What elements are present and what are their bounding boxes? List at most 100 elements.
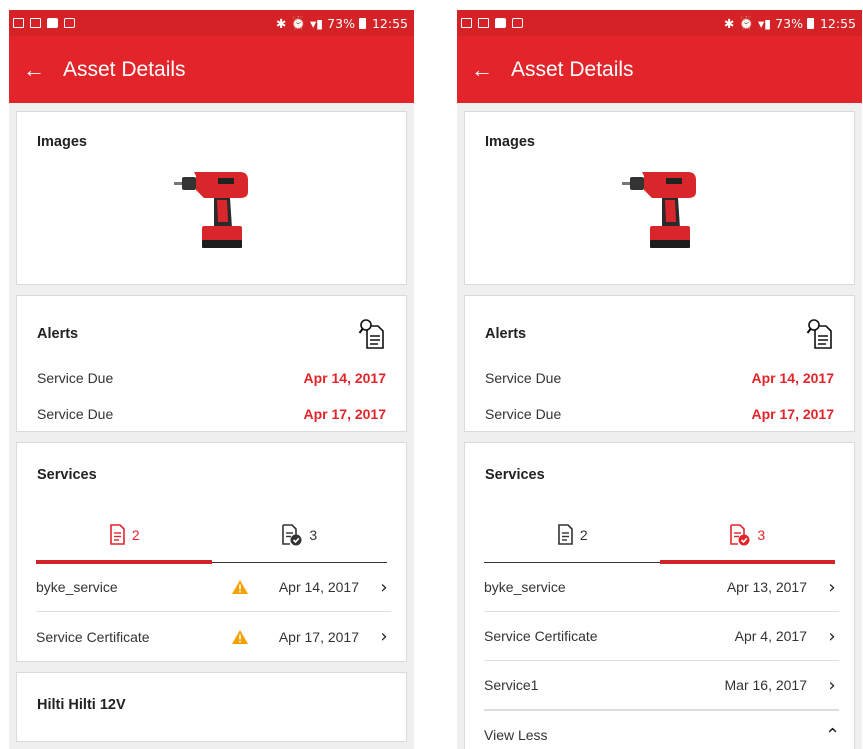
app-bar: ← Asset Details bbox=[457, 36, 862, 103]
alert-label: Service Due bbox=[37, 370, 114, 386]
alerts-card: Alerts Service Due Apr 14, 2017 Service … bbox=[16, 295, 407, 432]
tab-count: 3 bbox=[309, 526, 318, 543]
gallery-icon bbox=[478, 18, 489, 28]
bluetooth-icon: ✱ bbox=[723, 15, 735, 31]
alert-date: Apr 17, 2017 bbox=[303, 406, 387, 422]
power-drill-image[interactable] bbox=[622, 162, 702, 252]
message-icon bbox=[47, 18, 58, 28]
images-title: Images bbox=[485, 134, 535, 150]
battery-percent: 73% bbox=[327, 15, 355, 31]
services-tabs: 2 3 bbox=[484, 507, 836, 564]
message-icon bbox=[495, 18, 506, 28]
service-name: Service Certificate bbox=[484, 628, 598, 644]
asset-name-title: Hilti Hilti 12V bbox=[37, 697, 126, 713]
gallery-icon bbox=[30, 18, 41, 28]
view-less-button[interactable]: View Less ⌃ bbox=[484, 710, 841, 749]
images-title: Images bbox=[37, 134, 87, 150]
page-title: Asset Details bbox=[63, 57, 186, 81]
arrow-left-icon[interactable]: ← bbox=[471, 58, 493, 81]
chat-icon bbox=[64, 18, 75, 28]
alert-label: Service Due bbox=[485, 370, 562, 386]
bluetooth-icon: ✱ bbox=[275, 15, 287, 31]
phone-screen-left: ✱ ⏰ ▾▮ 73% 12:55 ← Asset Details Images … bbox=[9, 10, 414, 749]
alert-date: Apr 14, 2017 bbox=[303, 370, 387, 386]
service-row[interactable]: Service1 Mar 16, 2017 › bbox=[484, 661, 839, 710]
tab-count: 2 bbox=[131, 526, 140, 543]
service-name: byke_service bbox=[36, 579, 118, 595]
service-name: Service Certificate bbox=[36, 628, 150, 645]
warning-icon bbox=[231, 629, 249, 645]
service-date: Apr 17, 2017 bbox=[278, 628, 359, 645]
phone-screen-right: ✱ ⏰ ▾▮ 73% 12:55 ← Asset Details Images … bbox=[457, 10, 862, 749]
service-date: Apr 13, 2017 bbox=[726, 579, 807, 595]
service-date: Apr 4, 2017 bbox=[734, 628, 807, 644]
chat-icon bbox=[512, 18, 523, 28]
chevron-up-icon: ⌃ bbox=[825, 724, 841, 746]
service-row[interactable]: byke_service Apr 14, 2017 › bbox=[36, 563, 391, 612]
battery-icon bbox=[358, 17, 366, 29]
app-bar: ← Asset Details bbox=[9, 36, 414, 103]
tab-open-services[interactable]: 2 bbox=[484, 507, 660, 562]
services-title: Services bbox=[485, 467, 545, 483]
alarm-icon: ⏰ bbox=[290, 15, 307, 30]
tab-open-services[interactable]: 2 bbox=[36, 507, 212, 562]
chevron-right-icon[interactable]: › bbox=[377, 626, 391, 647]
battery-icon bbox=[806, 17, 814, 29]
services-card: Services 2 3 byke_service Apr 13, 2017 ›… bbox=[464, 442, 855, 749]
clock-time: 12:55 bbox=[819, 15, 856, 31]
warning-icon bbox=[231, 579, 249, 595]
power-drill-image[interactable] bbox=[174, 162, 254, 252]
chevron-right-icon[interactable]: › bbox=[825, 626, 839, 647]
arrow-left-icon[interactable]: ← bbox=[23, 58, 45, 81]
alerts-card: Alerts Service Due Apr 14, 2017 Service … bbox=[464, 295, 855, 432]
screen-cast-icon bbox=[461, 18, 472, 28]
active-tab-indicator bbox=[36, 560, 212, 564]
asset-info-card: Hilti Hilti 12V bbox=[16, 672, 407, 742]
images-card: Images bbox=[464, 111, 855, 285]
images-card: Images bbox=[16, 111, 407, 285]
alert-row: Service Due Apr 17, 2017 bbox=[485, 396, 834, 432]
service-row[interactable]: Service Certificate Apr 17, 2017 › bbox=[36, 612, 391, 661]
service-name: byke_service bbox=[484, 579, 566, 595]
view-less-label: View Less bbox=[484, 727, 548, 743]
alert-date: Apr 14, 2017 bbox=[751, 370, 835, 386]
status-bar: ✱ ⏰ ▾▮ 73% 12:55 bbox=[9, 10, 414, 36]
services-title: Services bbox=[37, 467, 97, 483]
status-bar: ✱ ⏰ ▾▮ 73% 12:55 bbox=[457, 10, 862, 36]
service-name: Service1 bbox=[484, 677, 539, 693]
page-title: Asset Details bbox=[511, 57, 634, 81]
active-tab-indicator bbox=[659, 560, 835, 564]
battery-percent: 73% bbox=[775, 15, 803, 31]
alert-row: Service Due Apr 17, 2017 bbox=[37, 396, 386, 432]
document-icon bbox=[108, 524, 126, 546]
service-row[interactable]: Service Certificate Apr 4, 2017 › bbox=[484, 612, 839, 661]
alert-label: Service Due bbox=[37, 406, 114, 422]
tab-completed-services[interactable]: 3 bbox=[660, 507, 836, 562]
screen-cast-icon bbox=[13, 18, 24, 28]
chevron-right-icon[interactable]: › bbox=[825, 675, 839, 696]
service-date: Mar 16, 2017 bbox=[724, 677, 808, 693]
clock-time: 12:55 bbox=[371, 15, 408, 31]
document-check-icon bbox=[729, 524, 751, 546]
alert-label: Service Due bbox=[485, 406, 562, 422]
alert-date: Apr 17, 2017 bbox=[751, 406, 835, 422]
tab-count: 2 bbox=[579, 526, 588, 543]
wifi-signal-icon: ▾▮ bbox=[758, 15, 772, 31]
alerts-title: Alerts bbox=[37, 326, 79, 342]
document-check-icon bbox=[281, 524, 303, 546]
alert-row: Service Due Apr 14, 2017 bbox=[485, 360, 834, 396]
services-card: Services 2 3 byke_service Apr 14, 2017 › bbox=[16, 442, 407, 662]
services-tabs: 2 3 bbox=[36, 507, 388, 564]
alert-row: Service Due Apr 14, 2017 bbox=[37, 360, 386, 396]
chevron-right-icon[interactable]: › bbox=[825, 577, 839, 598]
document-search-icon[interactable] bbox=[806, 318, 834, 350]
document-icon bbox=[556, 524, 574, 546]
service-row[interactable]: byke_service Apr 13, 2017 › bbox=[484, 563, 839, 612]
tab-count: 3 bbox=[757, 526, 766, 543]
service-date: Apr 14, 2017 bbox=[278, 579, 359, 595]
alarm-icon: ⏰ bbox=[738, 15, 755, 30]
chevron-right-icon[interactable]: › bbox=[377, 577, 391, 598]
document-search-icon[interactable] bbox=[358, 318, 386, 350]
tab-completed-services[interactable]: 3 bbox=[212, 507, 388, 562]
wifi-signal-icon: ▾▮ bbox=[310, 15, 324, 31]
